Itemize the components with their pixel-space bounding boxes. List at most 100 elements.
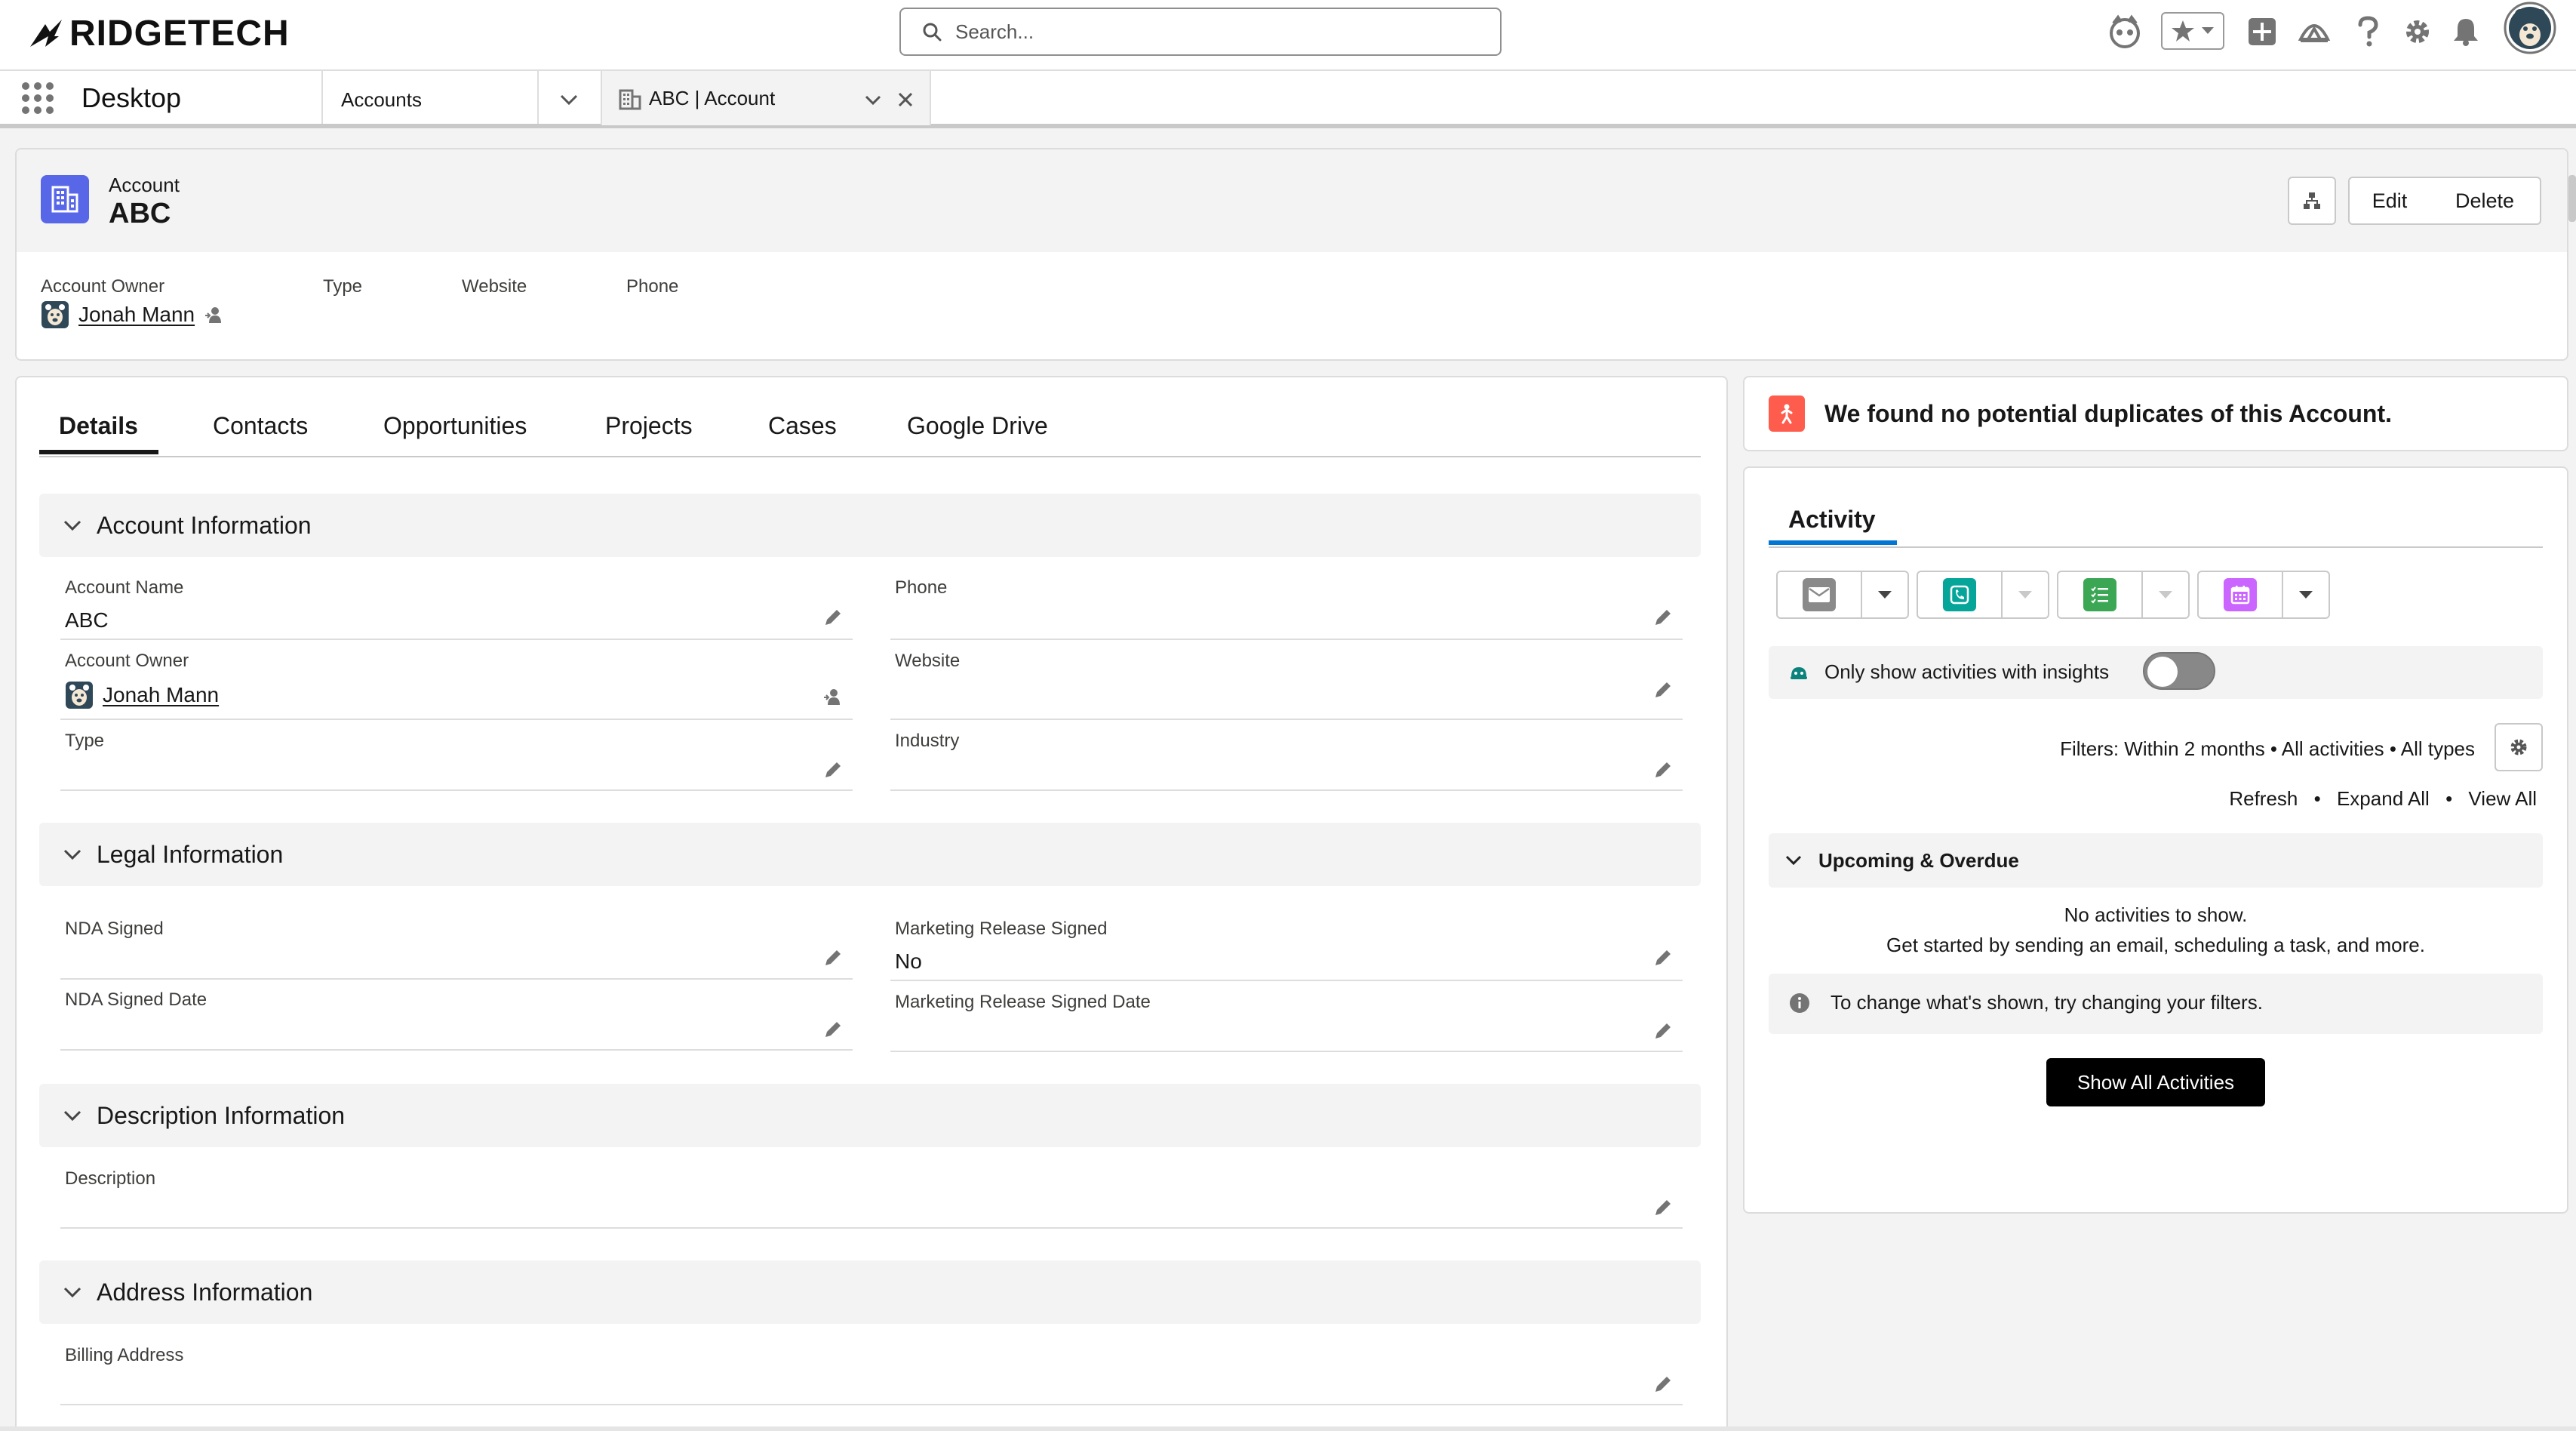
notifications-bell-icon[interactable] (2451, 14, 2481, 50)
delete-button[interactable]: Delete (2430, 177, 2541, 225)
activity-links: Refresh • Expand All • View All (2113, 786, 2537, 811)
chevron-down-icon (63, 849, 81, 860)
field-divider (60, 719, 853, 720)
tab-opportunities[interactable]: Opportunities (383, 411, 527, 441)
new-event-button[interactable] (2197, 571, 2283, 619)
section-address-information[interactable]: Address Information (39, 1260, 1701, 1324)
section-title: Account Information (97, 511, 312, 539)
edit-pencil-icon[interactable] (822, 947, 844, 968)
edit-button[interactable]: Edit (2348, 177, 2431, 225)
section-account-information[interactable]: Account Information (39, 494, 1701, 557)
highlight-owner: Jonah Mann (41, 300, 223, 329)
field-label-account-name: Account Name (65, 577, 184, 598)
owner-link[interactable]: Jonah Mann (78, 303, 195, 327)
trailhead-icon[interactable] (2297, 14, 2332, 50)
page-bottom-edge (0, 1426, 2576, 1431)
edit-pencil-icon[interactable] (1652, 947, 1674, 968)
app-launcher-icon[interactable] (21, 82, 54, 115)
change-owner-icon[interactable] (204, 305, 223, 325)
record-header-band (17, 149, 2567, 252)
field-divider (890, 980, 1683, 981)
edit-pencil-icon[interactable] (1652, 1197, 1674, 1218)
field-label-account-owner: Account Owner (65, 651, 189, 671)
call-menu-button[interactable] (2001, 571, 2049, 619)
account-icon (41, 175, 89, 223)
edit-pencil-icon[interactable] (822, 607, 844, 628)
field-divider (890, 1051, 1683, 1052)
field-value-account-name: ABC (65, 608, 109, 632)
field-value-account-owner: Jonah Mann (65, 681, 219, 709)
global-search[interactable] (899, 8, 1502, 56)
filter-settings-button[interactable] (2495, 723, 2543, 771)
nav-separator (537, 71, 539, 124)
setup-gear-icon[interactable] (2402, 14, 2433, 50)
section-description-information[interactable]: Description Information (39, 1084, 1701, 1147)
section-legal-information[interactable]: Legal Information (39, 823, 1701, 886)
log-call-button[interactable] (1917, 571, 2003, 619)
field-label-billing-address: Billing Address (65, 1345, 184, 1365)
tab-details[interactable]: Details (59, 411, 138, 441)
chevron-down-icon[interactable] (863, 91, 883, 110)
owner-link[interactable]: Jonah Mann (103, 683, 219, 707)
event-menu-button[interactable] (2282, 571, 2330, 619)
add-icon[interactable] (2246, 14, 2279, 50)
task-menu-button[interactable] (2141, 571, 2190, 619)
field-divider (60, 1227, 1683, 1229)
record-header: Account ABC Edit Delete Account Owner Ty… (15, 148, 2568, 361)
new-task-button[interactable] (2057, 571, 2143, 619)
calendar-icon (2224, 578, 2257, 611)
chevron-down-icon (2299, 591, 2313, 599)
chevron-down-icon (2018, 591, 2032, 599)
close-icon[interactable] (896, 91, 915, 109)
active-tab-indicator (39, 450, 158, 454)
edit-pencil-icon[interactable] (822, 1019, 844, 1040)
favorites-star-icon (2172, 20, 2194, 42)
field-divider (60, 1049, 853, 1051)
tab-contacts[interactable]: Contacts (213, 411, 308, 441)
expand-all-link[interactable]: Expand All (2337, 787, 2430, 810)
nav-item-accounts[interactable]: Accounts (341, 88, 422, 112)
field-label-phone: Phone (895, 577, 948, 598)
empty-line-1: No activities to show. (2064, 903, 2248, 926)
scrollbar[interactable] (2568, 175, 2576, 222)
edit-pencil-icon[interactable] (1652, 759, 1674, 780)
active-tab-indicator (1769, 540, 1897, 545)
section-title: Legal Information (97, 840, 284, 868)
search-input[interactable] (955, 20, 1468, 44)
activity-filters-summary: Filters: Within 2 months • All activitie… (2060, 737, 2475, 760)
owner-avatar (41, 301, 69, 328)
chevron-down-icon[interactable] (558, 89, 579, 110)
field-label-nda-signed: NDA Signed (65, 919, 164, 939)
show-all-activities-button[interactable]: Show All Activities (2046, 1058, 2265, 1106)
help-icon[interactable] (2354, 14, 2381, 50)
task-icon (2083, 578, 2116, 611)
favorites-button[interactable] (2161, 12, 2224, 50)
edit-pencil-icon[interactable] (1652, 1374, 1674, 1395)
user-avatar[interactable] (2504, 2, 2556, 54)
tab-projects[interactable]: Projects (605, 411, 693, 441)
activity-tab-divider (1769, 546, 2543, 548)
tab-google-drive[interactable]: Google Drive (907, 411, 1048, 441)
account-building-icon (619, 89, 641, 110)
view-all-link[interactable]: View All (2468, 787, 2537, 810)
change-owner-icon[interactable] (822, 687, 842, 706)
logo-mark-icon (30, 20, 62, 47)
edit-pencil-icon[interactable] (1652, 679, 1674, 700)
duplicate-message: We found no potential duplicates of this… (1824, 400, 2392, 427)
view-hierarchy-button[interactable] (2288, 177, 2336, 225)
field-label-description: Description (65, 1168, 156, 1189)
edit-pencil-icon[interactable] (1652, 1020, 1674, 1042)
tab-label[interactable]: ABC | Account (649, 86, 775, 110)
tab-cases[interactable]: Cases (768, 411, 837, 441)
highlight-phone-label: Phone (626, 276, 679, 297)
edit-pencil-icon[interactable] (1652, 607, 1674, 628)
chevron-down-icon[interactable] (1784, 850, 1803, 869)
email-menu-button[interactable] (1861, 571, 1909, 619)
agent-icon[interactable] (2107, 14, 2143, 50)
refresh-link[interactable]: Refresh (2229, 787, 2298, 810)
new-email-button[interactable] (1776, 571, 1862, 619)
activity-tab[interactable]: Activity (1788, 504, 1876, 534)
company-logo[interactable]: RIDGETECH (29, 12, 290, 54)
edit-pencil-icon[interactable] (822, 759, 844, 780)
empty-line-2: Get started by sending an email, schedul… (1886, 934, 2425, 956)
